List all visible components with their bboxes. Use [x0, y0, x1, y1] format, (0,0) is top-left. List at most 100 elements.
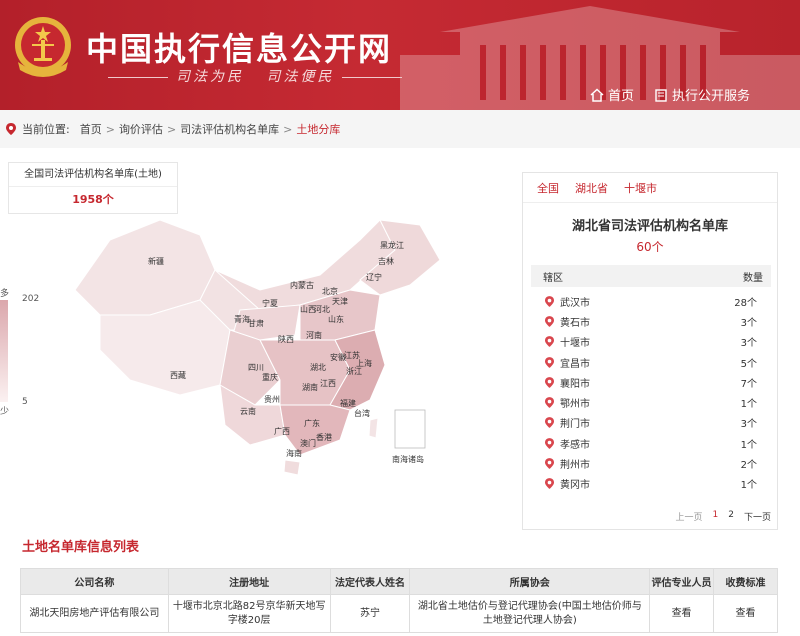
- map-legend-bar: [0, 300, 8, 402]
- nav-home[interactable]: 首页: [590, 85, 634, 104]
- city-row[interactable]: 宜昌市 5个: [523, 352, 777, 372]
- china-map[interactable]: 黑龙江 吉林 辽宁 北京 天津 内蒙古 新疆 宁夏 甘肃 青海 山西 河北 山东…: [0, 180, 520, 490]
- map-label: 安徽: [330, 352, 346, 362]
- court-emblem-logo: [15, 17, 71, 77]
- slogan-left: 司法为民: [176, 69, 244, 85]
- city-name: 孝感市: [560, 439, 590, 451]
- map-label: 辽宁: [366, 272, 382, 282]
- city-row[interactable]: 黄石市 3个: [523, 311, 777, 331]
- map-label: 贵州: [264, 394, 280, 404]
- city-count: 1个: [740, 480, 757, 492]
- section-title: 土地名单库信息列表: [22, 540, 140, 555]
- map-label: 宁夏: [262, 298, 278, 308]
- location-pin-icon: [545, 295, 554, 307]
- city-row[interactable]: 武汉市 28个: [523, 291, 777, 311]
- province-panel: 全国 湖北省 十堰市 湖北省司法评估机构名单库 60个 辖区 数量 武汉市 28个…: [522, 172, 778, 530]
- site-header: 中国执行信息公开网 司法为民 司法便民 首页 执行公开服务: [0, 0, 800, 110]
- page-2-button[interactable]: 2: [728, 510, 734, 523]
- city-list: 武汉市 28个 黄石市 3个 十堰市 3个 宜昌市 5个 襄阳市 7个 鄂州市 1个 荆门市…: [523, 291, 777, 494]
- location-pin-icon: [545, 458, 554, 469]
- city-table-header: 辖区 数量: [531, 265, 771, 287]
- map-label: 天津: [332, 296, 348, 306]
- city-count: 5个: [740, 358, 757, 370]
- city-count: 1个: [740, 439, 757, 451]
- city-row[interactable]: 荆门市 3个: [523, 413, 777, 433]
- institution-table: 公司名称 注册地址 法定代表人姓名 所属协会 评估专业人员 收费标准 湖北天阳房…: [20, 568, 778, 633]
- table-header-row: 公司名称 注册地址 法定代表人姓名 所属协会 评估专业人员 收费标准: [20, 568, 778, 595]
- south-sea-inset: [394, 409, 426, 449]
- province-count: 60个: [636, 240, 664, 254]
- city-row[interactable]: 十堰市 3个: [523, 332, 777, 352]
- legend-max: 202: [22, 294, 40, 304]
- home-icon: [590, 87, 604, 102]
- province-title: 湖北省司法评估机构名单库: [571, 219, 728, 234]
- col-fee: 收费标准: [713, 568, 778, 595]
- tab-hubei[interactable]: 湖北省: [575, 180, 608, 196]
- legal-rep-name: 苏宁: [329, 594, 411, 633]
- city-row[interactable]: 孝感市 1个: [523, 433, 777, 453]
- city-count: 2个: [740, 460, 757, 472]
- table-row: 湖北天阳房地产评估有限公司 十堰市北京北路82号京华新天地写字楼20层 苏宁 湖…: [20, 594, 778, 633]
- city-count: 3个: [740, 419, 757, 431]
- map-label: 河南: [306, 330, 322, 340]
- map-label: 福建: [340, 398, 356, 408]
- map-label: 广东: [304, 418, 320, 428]
- national-total-card: 全国司法评估机构名单库(土地) 1958个: [8, 162, 178, 214]
- map-label: 浙江: [346, 366, 362, 376]
- breadcrumb-inquiry[interactable]: 询价评估: [119, 121, 163, 137]
- city-count: 7个: [740, 378, 757, 390]
- region-hainan: [283, 459, 301, 476]
- tab-shiyan[interactable]: 十堰市: [624, 180, 657, 196]
- city-row[interactable]: 荆州市 2个: [523, 453, 777, 473]
- location-pin-icon: [545, 316, 554, 327]
- location-pin-icon: [6, 123, 16, 135]
- breadcrumb-institution-list[interactable]: 司法评估机构名单库: [180, 121, 279, 137]
- city-name: 武汉市: [560, 297, 590, 309]
- next-page-button[interactable]: 下一页: [744, 510, 771, 523]
- map-label: 吉林: [378, 256, 394, 266]
- city-row[interactable]: 鄂州市 1个: [523, 392, 777, 412]
- region-xinjiang: [74, 219, 216, 316]
- city-count: 3个: [740, 338, 757, 350]
- region-tabs: 全国 湖北省 十堰市: [523, 173, 777, 203]
- map-label: 青海: [234, 314, 250, 324]
- map-label: 湖北: [310, 363, 326, 372]
- city-name: 黄石市: [560, 317, 590, 329]
- city-row[interactable]: 襄阳市 7个: [523, 372, 777, 392]
- map-label: 广西: [274, 426, 290, 436]
- city-row[interactable]: 黄冈市 1个: [523, 474, 777, 494]
- map-label: 香港: [316, 432, 332, 442]
- prev-page-button[interactable]: 上一页: [676, 510, 703, 523]
- city-name: 宜昌市: [560, 358, 590, 370]
- city-name: 鄂州市: [560, 399, 590, 411]
- breadcrumb: 当前位置: 首页 > 询价评估 > 司法评估机构名单库 > 土地分库: [0, 110, 800, 148]
- top-nav: 首页 执行公开服务: [590, 85, 750, 104]
- map-label: 江西: [320, 379, 336, 388]
- city-name: 荆州市: [560, 460, 590, 472]
- breadcrumb-current: 土地分库: [296, 123, 341, 136]
- location-pin-icon: [545, 417, 554, 429]
- slogan-right: 司法便民: [266, 69, 335, 85]
- location-pin-icon: [545, 356, 554, 368]
- company-address: 十堰市北京北路82号京华新天地写字楼20层: [167, 594, 331, 633]
- view-fee-link[interactable]: 查看: [736, 608, 756, 619]
- map-label: 澳门: [300, 438, 316, 448]
- location-pin-icon: [545, 376, 554, 388]
- map-label: 北京: [322, 286, 338, 296]
- city-count: 28个: [734, 297, 757, 309]
- map-label: 四川: [248, 363, 264, 372]
- page-1-button[interactable]: 1: [713, 510, 719, 523]
- col-count: 数量: [743, 272, 763, 284]
- view-staff-link[interactable]: 查看: [672, 608, 692, 619]
- city-count: 3个: [740, 317, 757, 329]
- city-name: 黄冈市: [560, 480, 590, 492]
- map-label: 新疆: [148, 256, 164, 266]
- city-name: 襄阳市: [560, 378, 590, 390]
- breadcrumb-prefix: 当前位置:: [22, 123, 70, 136]
- map-label: 南海诸岛: [392, 454, 424, 464]
- nav-service[interactable]: 执行公开服务: [654, 85, 750, 104]
- col-association: 所属协会: [409, 568, 651, 595]
- map-label: 西藏: [170, 370, 186, 380]
- tab-national[interactable]: 全国: [537, 180, 559, 196]
- breadcrumb-home[interactable]: 首页: [80, 121, 102, 137]
